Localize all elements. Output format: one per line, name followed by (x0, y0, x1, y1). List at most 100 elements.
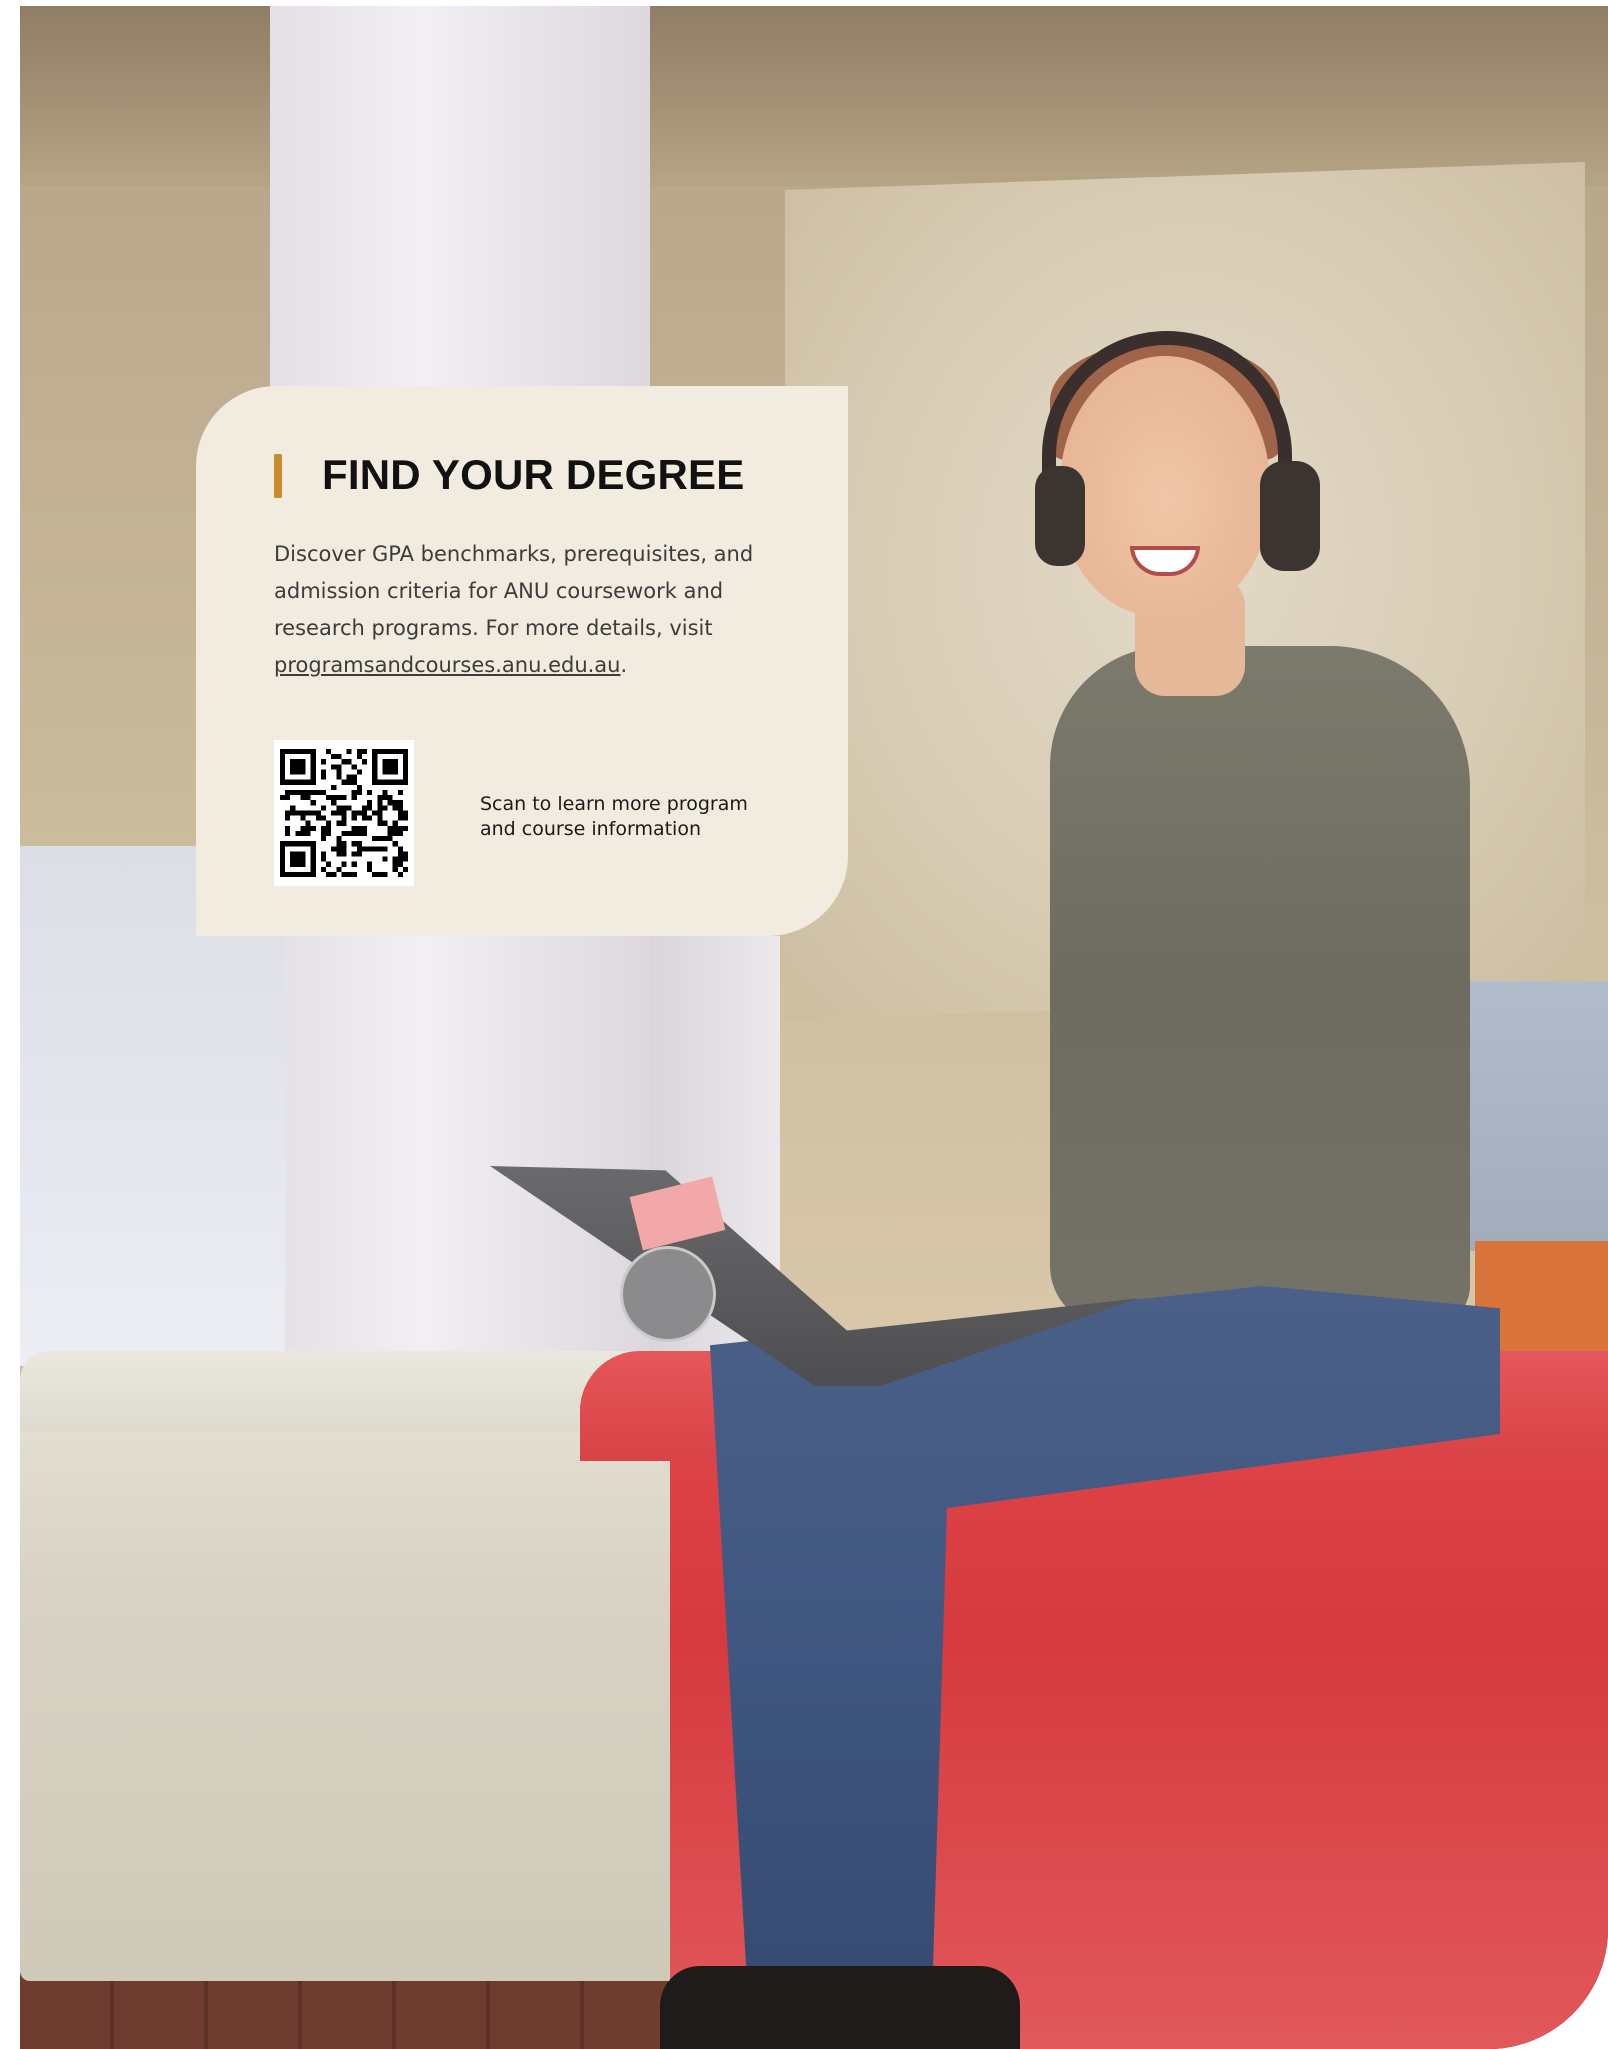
qr-module (402, 856, 408, 862)
qr-module (341, 846, 347, 852)
qr-module (367, 866, 373, 872)
qr-module (397, 861, 403, 867)
qr-module (382, 789, 388, 796)
qr-module (382, 846, 388, 852)
qr-module (315, 789, 321, 796)
qr-module (320, 805, 327, 811)
qr-module (305, 825, 311, 831)
qr-module (351, 810, 357, 816)
qr-module (361, 830, 368, 837)
qr-module (351, 830, 357, 837)
qr-module (377, 871, 383, 877)
qr-module (305, 795, 311, 801)
programs-courses-link[interactable]: programsandcourses.anu.edu.au (274, 653, 620, 677)
qr-module (341, 861, 347, 867)
qr-module (346, 774, 352, 780)
qr-module (326, 795, 332, 801)
qr-module (341, 820, 347, 826)
qr-module (392, 866, 398, 872)
photo-person-shirt (1050, 646, 1470, 1326)
qr-module (346, 779, 352, 785)
qr-module (382, 836, 388, 842)
qr-module (341, 830, 347, 837)
qr-module (387, 830, 393, 837)
qr-module (351, 789, 357, 796)
qr-module (372, 810, 378, 816)
qr-module (356, 784, 362, 790)
qr-module (300, 825, 306, 831)
qr-module (320, 774, 327, 780)
qr-module (295, 810, 301, 816)
qr-module (346, 871, 352, 877)
qr-module (285, 830, 291, 837)
qr-module (315, 810, 321, 816)
qr-module (285, 810, 291, 816)
qr-module (356, 841, 362, 847)
qr-module (346, 805, 352, 811)
photo-ceiling (20, 6, 1608, 186)
brochure-page: FIND YOUR DEGREE Discover GPA benchmarks… (0, 0, 1608, 2049)
qr-module (392, 830, 398, 837)
qr-module (356, 810, 362, 816)
qr-module (356, 851, 362, 857)
qr-module (397, 830, 403, 837)
qr-module (392, 825, 398, 831)
card-description-text: Discover GPA benchmarks, prerequisites, … (274, 542, 754, 640)
qr-module (331, 810, 337, 816)
qr-module (290, 789, 296, 796)
qr-module (341, 779, 347, 785)
qr-module (361, 805, 368, 811)
qr-module (361, 825, 368, 831)
qr-module (326, 825, 332, 831)
qr-module (320, 789, 327, 796)
qr-module (341, 851, 347, 857)
card-title: FIND YOUR DEGREE (322, 451, 745, 498)
qr-module (351, 779, 357, 785)
qr-module (320, 856, 327, 862)
qr-module (392, 820, 398, 826)
qr-module (402, 866, 408, 872)
qr-module (336, 810, 342, 816)
qr-module (331, 846, 337, 852)
qr-module (397, 846, 403, 852)
qr-module (346, 759, 352, 765)
qr-module (367, 861, 373, 867)
qr-module (377, 836, 383, 842)
qr-module (351, 841, 357, 847)
qr-module (361, 749, 368, 755)
qr-module (285, 815, 291, 821)
qr-module (336, 820, 342, 826)
qr-module (397, 825, 403, 831)
qr-module (305, 830, 311, 837)
qr-module (326, 749, 332, 755)
qr-module (341, 805, 347, 811)
qr-module (382, 856, 388, 862)
qr-module (397, 805, 403, 811)
qr-module (310, 810, 316, 816)
qr-module (351, 871, 357, 877)
qr-module (341, 795, 347, 801)
qr-module (320, 851, 327, 857)
qr-module (351, 815, 357, 821)
qr-module (392, 805, 398, 811)
qr-module (285, 795, 291, 801)
qr-module (377, 805, 383, 811)
qr-module (300, 815, 306, 821)
qr-module (305, 810, 311, 816)
qr-module (372, 871, 378, 877)
photo-blue-sofa (1450, 981, 1608, 1251)
qr-module (351, 764, 357, 770)
qr-module (320, 830, 327, 837)
qr-module (367, 805, 373, 811)
qr-module (397, 856, 403, 862)
qr-module (387, 795, 393, 801)
qr-module (320, 836, 327, 842)
qr-module (382, 795, 388, 801)
qr-module (356, 825, 362, 831)
qr-module (367, 846, 373, 852)
qr-module (372, 836, 378, 842)
qr-module (331, 764, 337, 770)
qr-module (387, 825, 393, 831)
qr-module (315, 815, 321, 821)
qr-code-icon[interactable] (274, 740, 414, 886)
